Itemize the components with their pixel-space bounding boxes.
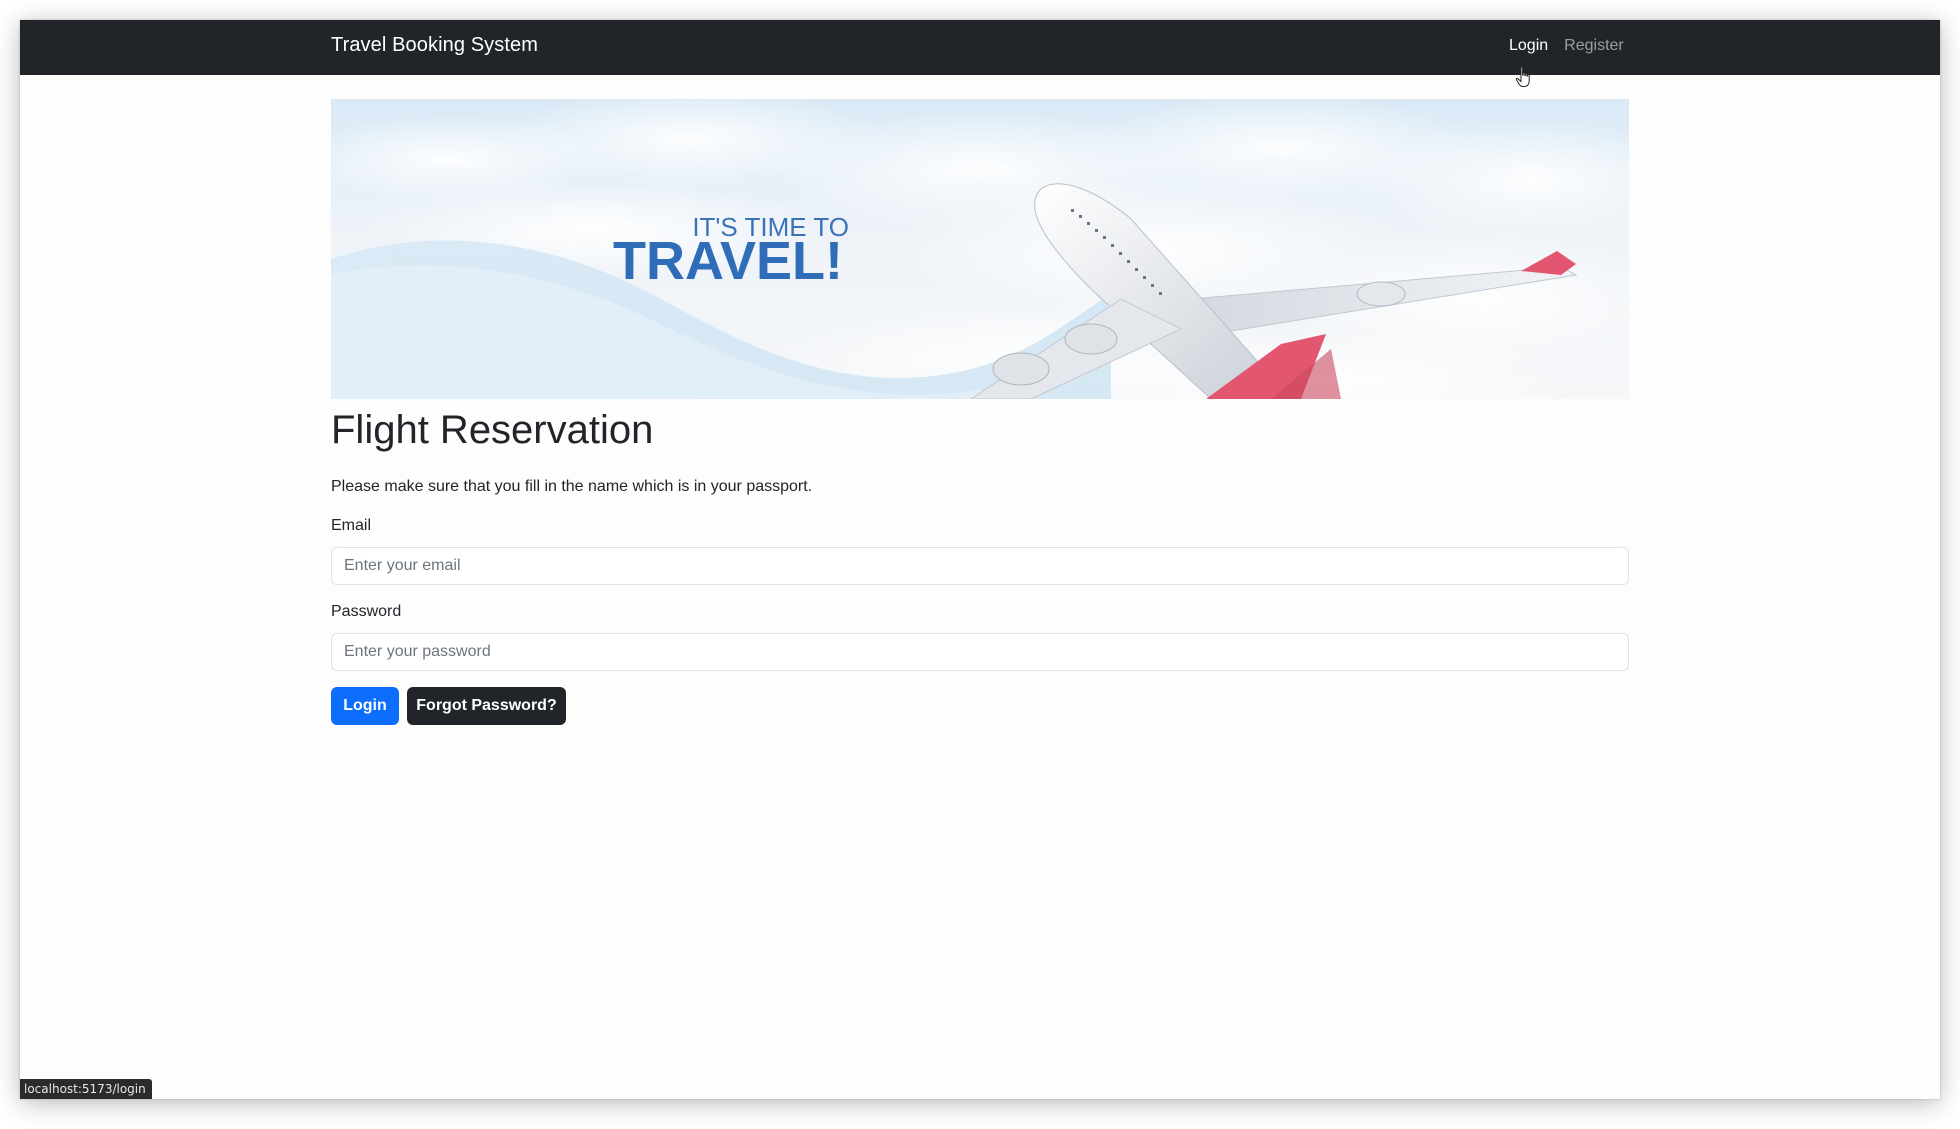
status-bar-url: localhost:5173/login	[20, 1079, 152, 1099]
browser-viewport: Travel Booking System Login Register IT'…	[20, 20, 1940, 1099]
email-field[interactable]	[331, 547, 1629, 585]
top-navbar: Travel Booking System Login Register	[20, 20, 1940, 75]
passport-instruction: Please make sure that you fill in the na…	[331, 478, 813, 495]
screen: Travel Booking System Login Register IT'…	[0, 0, 1960, 1129]
password-label: Password	[331, 603, 402, 620]
nav-link-register[interactable]: Register	[1564, 37, 1624, 55]
travel-banner: IT'S TIME TO TRAVEL!	[331, 99, 1629, 399]
forgot-password-button[interactable]: Forgot Password?	[407, 687, 566, 725]
banner-headline: TRAVEL!	[613, 231, 843, 291]
banner-illustration: IT'S TIME TO TRAVEL!	[331, 99, 1629, 399]
nav-links: Login Register	[1509, 37, 1624, 55]
login-button[interactable]: Login	[331, 687, 399, 725]
password-field[interactable]	[331, 633, 1629, 671]
page-title: Flight Reservation	[331, 408, 654, 452]
email-label: Email	[331, 517, 372, 534]
navbar-brand[interactable]: Travel Booking System	[331, 34, 538, 57]
nav-link-login[interactable]: Login	[1509, 37, 1548, 55]
